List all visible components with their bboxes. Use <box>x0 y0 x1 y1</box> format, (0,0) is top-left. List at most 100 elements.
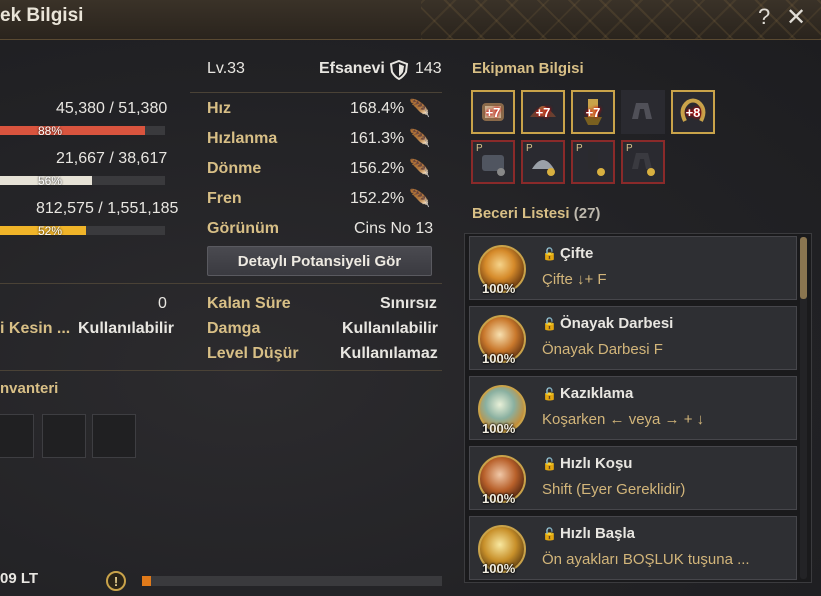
premium-tag: P <box>476 143 483 154</box>
hp-current: 45,380 <box>56 100 105 117</box>
capacity-bar-fill <box>142 576 151 586</box>
skill-item[interactable]: 100% 🔓 Kazıklama Koşarken ← veya → + ↓ <box>469 376 797 440</box>
skill-item[interactable]: 100% 🔓 Hızlı Başla Ön ayakları BOŞLUK tuş… <box>469 516 797 580</box>
level-label: Lv.33 <box>207 60 245 77</box>
skill-item[interactable]: 100% 🔓 Hızlı Koşu Shift (Eyer Gereklidir) <box>469 446 797 510</box>
inventory-slot[interactable] <box>92 414 136 458</box>
armor-value: 143 <box>415 60 442 77</box>
status-value-level-down: Kullanılamaz <box>340 345 438 362</box>
kesin-label: i Kesin ... <box>0 320 71 337</box>
skill-name: 🔓 Önayak Darbesi <box>542 315 673 332</box>
saddle-icon[interactable]: +7 <box>521 90 565 134</box>
skills-title: Beceri Listesi (27) <box>472 205 600 222</box>
horseshoe-icon[interactable]: +8 <box>671 90 715 134</box>
inventory-title: nvanteri <box>0 380 59 397</box>
stamina-values: 21,667 / 38,617 <box>56 150 167 168</box>
skill-mastery: 100% <box>482 491 516 506</box>
enhance-level: +8 <box>685 104 701 120</box>
wing-icon: 🪶 <box>409 99 431 118</box>
lock-icon: 🔓 <box>542 387 557 401</box>
divider <box>0 370 442 371</box>
costume-horseshoe-icon[interactable]: P <box>621 140 665 184</box>
lock-icon: 🔓 <box>542 527 557 541</box>
inventory-slot[interactable] <box>0 414 34 458</box>
skills-count: (27) <box>573 205 601 222</box>
hp-bar-fill <box>0 126 146 135</box>
attr-label-brake: Fren <box>207 190 242 207</box>
costume-stirrups-icon[interactable]: P <box>571 140 615 184</box>
skill-list[interactable]: 100% 🔓 Çifte Çifte ↓+ F 100% 🔓 Önayak Darb… <box>464 233 812 583</box>
stamina-percent: 56% <box>38 174 63 188</box>
capacity-bar <box>142 576 442 586</box>
skill-desc: Önayak Darbesi F <box>542 341 663 358</box>
skill-name-text: Kazıklama <box>559 385 634 402</box>
status-label-level-down: Level Düşür <box>207 345 299 362</box>
skill-name: 🔓 Kazıklama <box>542 385 633 402</box>
skill-name-text: Önayak Darbesi <box>559 315 674 332</box>
question-icon[interactable]: ? <box>758 4 770 30</box>
attr-label-speed: Hız <box>207 100 231 117</box>
appearance-value: Cins No 13 <box>354 220 434 237</box>
skill-name: 🔓 Çifte <box>542 245 593 262</box>
close-icon[interactable]: ✕ <box>786 3 806 32</box>
exp-percent: 52% <box>38 224 63 238</box>
lock-icon: 🔓 <box>542 317 557 331</box>
skill-desc: Çifte ↓+ F <box>542 271 607 288</box>
hp-percent: 88% <box>38 124 63 138</box>
divider <box>0 283 190 284</box>
skill-mastery: 100% <box>482 561 516 576</box>
grade-label: Efsanevi <box>319 60 385 77</box>
inventory-capacity: 09 LT <box>0 570 39 587</box>
stamina-current: 21,667 <box>56 150 105 167</box>
skill-name: 🔓 Hızlı Başla <box>542 525 635 542</box>
equipment-title: Ekipman Bilgisi <box>472 60 584 77</box>
potential-button[interactable]: Detaylı Potansiyeli Gör <box>207 246 432 276</box>
enhance-level: +7 <box>535 104 551 120</box>
stamina-max: 38,617 <box>118 150 168 167</box>
skill-name: 🔓 Hızlı Koşu <box>542 455 632 472</box>
premium-tag: P <box>576 143 583 154</box>
enhance-level: +7 <box>585 104 601 120</box>
skill-scroll-thumb[interactable] <box>800 237 807 299</box>
horseshoe-empty-icon[interactable] <box>621 90 665 134</box>
skills-title-text: Beceri Listesi <box>472 205 570 222</box>
enhance-level: +7 <box>485 104 501 120</box>
exp-max: 1,551,185 <box>107 200 179 217</box>
status-label-stamp: Damga <box>207 320 261 337</box>
skill-item[interactable]: 100% 🔓 Çifte Çifte ↓+ F <box>469 236 797 300</box>
wing-icon: 🪶 <box>409 159 431 178</box>
exclamation-icon[interactable]: ! <box>106 571 126 591</box>
hp-values: 45,380 / 51,380 <box>56 100 167 118</box>
skill-name-text: Hızlı Başla <box>559 525 635 542</box>
lock-icon: 🔓 <box>542 247 557 261</box>
status-value-stamp: Kullanılabilir <box>342 320 439 337</box>
exp-values: 812,575 / 1,551,185 <box>36 200 178 218</box>
status-label-remaining: Kalan Süre <box>207 295 291 312</box>
status-value-remaining: Sınırsız <box>380 295 437 312</box>
hp-max: 51,380 <box>118 100 168 117</box>
premium-tag: P <box>526 143 533 154</box>
lock-icon: 🔓 <box>542 457 557 471</box>
hp-bar: 88% <box>0 124 165 138</box>
skill-mastery: 100% <box>482 281 516 296</box>
title-bar: ek Bilgisi ? ✕ <box>0 0 821 40</box>
exp-current: 812,575 <box>36 200 94 217</box>
exp-separator: / <box>98 200 103 217</box>
appearance-label: Görünüm <box>207 220 279 237</box>
attr-label-accel: Hızlanma <box>207 130 278 147</box>
divider <box>190 92 442 93</box>
skill-desc: Shift (Eyer Gereklidir) <box>542 481 686 498</box>
window-title: ek Bilgisi <box>0 5 84 26</box>
attr-value-accel: 161.3% <box>350 130 405 147</box>
inventory-slot[interactable] <box>42 414 86 458</box>
skill-item[interactable]: 100% 🔓 Önayak Darbesi Önayak Darbesi F <box>469 306 797 370</box>
stirrups-icon[interactable]: +7 <box>571 90 615 134</box>
kesin-value: Kullanılabilir <box>78 320 175 337</box>
horse-armor-icon[interactable]: +7 <box>471 90 515 134</box>
costume-armor-icon[interactable]: P <box>471 140 515 184</box>
skill-mastery: 100% <box>482 351 516 366</box>
attr-value-speed: 168.4% <box>350 100 405 117</box>
wing-icon: 🪶 <box>409 189 431 208</box>
costume-saddle-icon[interactable]: P <box>521 140 565 184</box>
hp-separator: / <box>109 100 114 117</box>
